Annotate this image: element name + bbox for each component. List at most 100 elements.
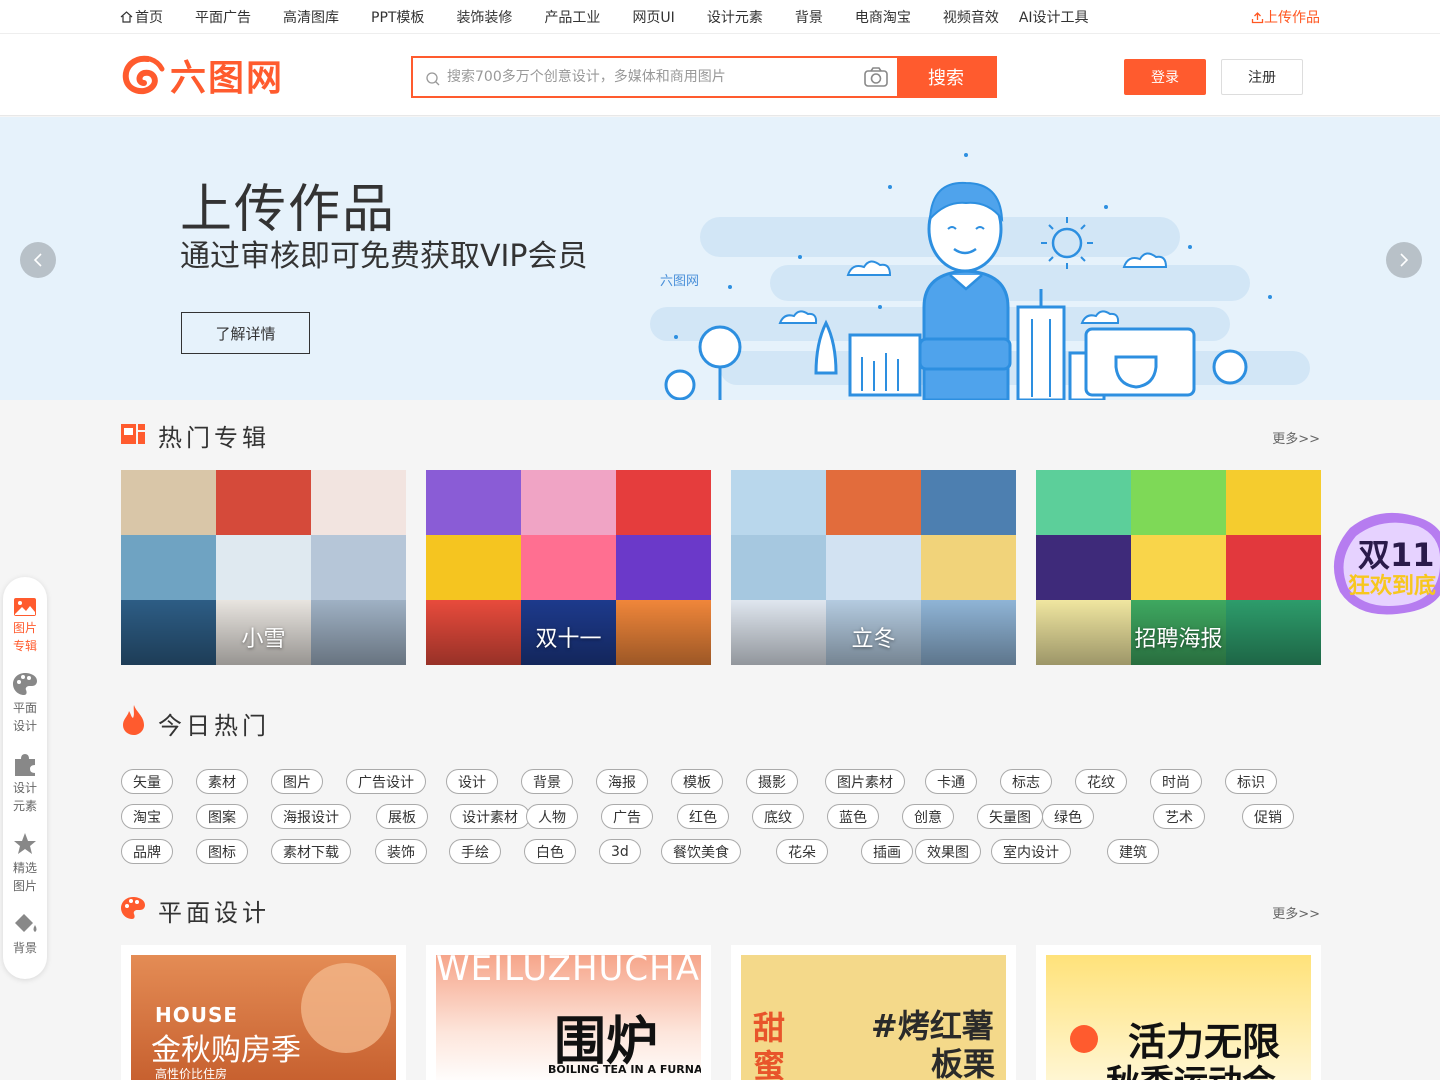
tag-chip[interactable]: 广告设计 (346, 769, 426, 794)
nav-item-ppt[interactable]: PPT模板 (371, 7, 424, 27)
sidebar-item-graphic[interactable]: 平面 设计 (3, 671, 47, 735)
tag-chip[interactable]: 花朵 (776, 839, 828, 864)
register-button[interactable]: 注册 (1221, 59, 1303, 95)
tag-chip[interactable]: 图片素材 (825, 769, 905, 794)
tag-chip[interactable]: 广告 (601, 804, 653, 829)
tag-chip[interactable]: 室内设计 (991, 839, 1071, 864)
graphic-design-more-link[interactable]: 更多>> (1272, 903, 1320, 922)
site-logo[interactable]: 六图网 (120, 52, 284, 99)
tag-chip[interactable]: 花纹 (1075, 769, 1127, 794)
search-button[interactable]: 搜索 (897, 58, 995, 96)
album-tile (216, 470, 311, 535)
sidebar-label: 专辑 (12, 639, 37, 653)
banner-learn-more-button[interactable]: 了解详情 (181, 312, 310, 354)
tag-chip[interactable]: 时尚 (1150, 769, 1202, 794)
album-icon (121, 424, 145, 444)
card-text-3: 甜蜜 (753, 1009, 786, 1080)
camera-icon[interactable] (863, 66, 889, 88)
album-card[interactable]: 招聘海报 (1036, 470, 1321, 665)
tag-chip[interactable]: 手绘 (449, 839, 501, 864)
hero-banner[interactable]: 上传作品 通过审核即可免费获取VIP会员 了解详情 六图网 (0, 117, 1440, 400)
banner-prev-button[interactable] (20, 242, 56, 278)
sidebar-item-background[interactable]: 背景 (3, 911, 47, 957)
tag-chip[interactable]: 摄影 (746, 769, 798, 794)
design-card-image: WEILUZHUCHA 围炉 BOILING TEA IN A FURNACE (436, 955, 701, 1080)
tag-chip[interactable]: 餐饮美食 (661, 839, 741, 864)
tag-chip[interactable]: 装饰 (375, 839, 427, 864)
nav-item-home[interactable]: 首页 (120, 7, 163, 27)
design-card[interactable]: 活力无限 秋季运动会 (1036, 945, 1321, 1080)
nav-item-video-audio[interactable]: 视频音效 (943, 7, 999, 27)
moon-shape (301, 963, 391, 1053)
double11-promo-badge[interactable]: 双11 狂欢到底 (1330, 508, 1440, 620)
nav-item-web-ui[interactable]: 网页UI (632, 7, 674, 27)
design-card[interactable]: WEILUZHUCHA 围炉 BOILING TEA IN A FURNACE (426, 945, 711, 1080)
sidebar-item-featured[interactable]: 精选 图片 (3, 831, 47, 895)
nav-item-background[interactable]: 背景 (795, 7, 823, 27)
design-card[interactable]: #烤红薯 板栗 甜蜜 (731, 945, 1016, 1080)
nav-item-ecommerce[interactable]: 电商淘宝 (855, 7, 911, 27)
tag-chip[interactable]: 标识 (1225, 769, 1277, 794)
nav-item-decoration[interactable]: 装饰装修 (456, 7, 512, 27)
nav-item-design-elements[interactable]: 设计元素 (707, 7, 763, 27)
tag-chip[interactable]: 插画 (861, 839, 913, 864)
tag-chip[interactable]: 创意 (902, 804, 954, 829)
tag-chip[interactable]: 人物 (526, 804, 578, 829)
tag-chip[interactable]: 淘宝 (121, 804, 173, 829)
banner-next-button[interactable] (1386, 242, 1422, 278)
nav-item-hd-gallery[interactable]: 高清图库 (283, 7, 339, 27)
tag-chip[interactable]: 绿色 (1042, 804, 1094, 829)
search-bar: 搜索 (411, 56, 997, 98)
logo-icon (122, 55, 165, 95)
tag-chip[interactable]: 白色 (524, 839, 576, 864)
tag-chip[interactable]: 红色 (677, 804, 729, 829)
login-button[interactable]: 登录 (1124, 59, 1206, 95)
tag-chip[interactable]: 设计 (446, 769, 498, 794)
tag-chip[interactable]: 展板 (376, 804, 428, 829)
tag-chip[interactable]: 素材下载 (271, 839, 351, 864)
palette-icon (13, 673, 37, 695)
star-icon (14, 833, 36, 854)
nav-item-label: 电商淘宝 (854, 10, 911, 26)
nav-item-print-ads[interactable]: 平面广告 (195, 7, 251, 27)
sidebar-item-albums[interactable]: 图片 专辑 (3, 597, 47, 655)
hot-albums-more-link[interactable]: 更多>> (1272, 428, 1320, 447)
tag-chip[interactable]: 模板 (671, 769, 723, 794)
sidebar-item-elements[interactable]: 设计 元素 (3, 751, 47, 815)
nav-item-ai-tools[interactable]: AI设计工具 (1019, 7, 1089, 27)
album-card[interactable]: 立冬 (731, 470, 1016, 665)
tag-chip[interactable]: 背景 (521, 769, 573, 794)
tag-chip[interactable]: 设计素材 (450, 804, 530, 829)
tag-chip[interactable]: 效果图 (915, 839, 981, 864)
tag-chip[interactable]: 建筑 (1107, 839, 1159, 864)
illustration-logo-text: 六图网 (660, 274, 699, 289)
tag-chip[interactable]: 品牌 (121, 839, 173, 864)
tag-chip[interactable]: 图片 (271, 769, 323, 794)
upload-link[interactable]: 上传作品 (1251, 0, 1320, 34)
design-card[interactable]: HOUSE 金秋购房季 高性价比住房 (121, 945, 406, 1080)
tag-chip[interactable]: 素材 (196, 769, 248, 794)
tag-chip[interactable]: 海报 (596, 769, 648, 794)
tag-chip[interactable]: 3d (599, 839, 641, 864)
tag-chip[interactable]: 矢量 (121, 769, 173, 794)
card-text-2: 金秋购房季 (151, 1033, 301, 1068)
tag-chip[interactable]: 底纹 (752, 804, 804, 829)
search-input[interactable] (447, 58, 847, 96)
album-card[interactable]: 双十一 (426, 470, 711, 665)
tag-chip[interactable]: 蓝色 (827, 804, 879, 829)
album-label: 小雪 (241, 627, 286, 652)
album-tile (1131, 470, 1226, 535)
tag-chip[interactable]: 促销 (1242, 804, 1294, 829)
tag-chip[interactable]: 图标 (196, 839, 248, 864)
banner-subtitle: 通过审核即可免费获取VIP会员 (180, 239, 588, 274)
promo-line-2: 狂欢到底 (1348, 574, 1437, 599)
tag-chip[interactable]: 图案 (196, 804, 248, 829)
tag-chip[interactable]: 卡通 (925, 769, 977, 794)
tag-chip[interactable]: 标志 (1000, 769, 1052, 794)
nav-item-industrial[interactable]: 产品工业 (544, 7, 600, 27)
tag-chip[interactable]: 矢量图 (977, 804, 1043, 829)
tag-chip[interactable]: 海报设计 (271, 804, 351, 829)
album-card[interactable]: 小雪 (121, 470, 406, 665)
hot-albums-header: 热门专辑 更多>> (120, 418, 1320, 454)
tag-chip[interactable]: 艺术 (1153, 804, 1205, 829)
